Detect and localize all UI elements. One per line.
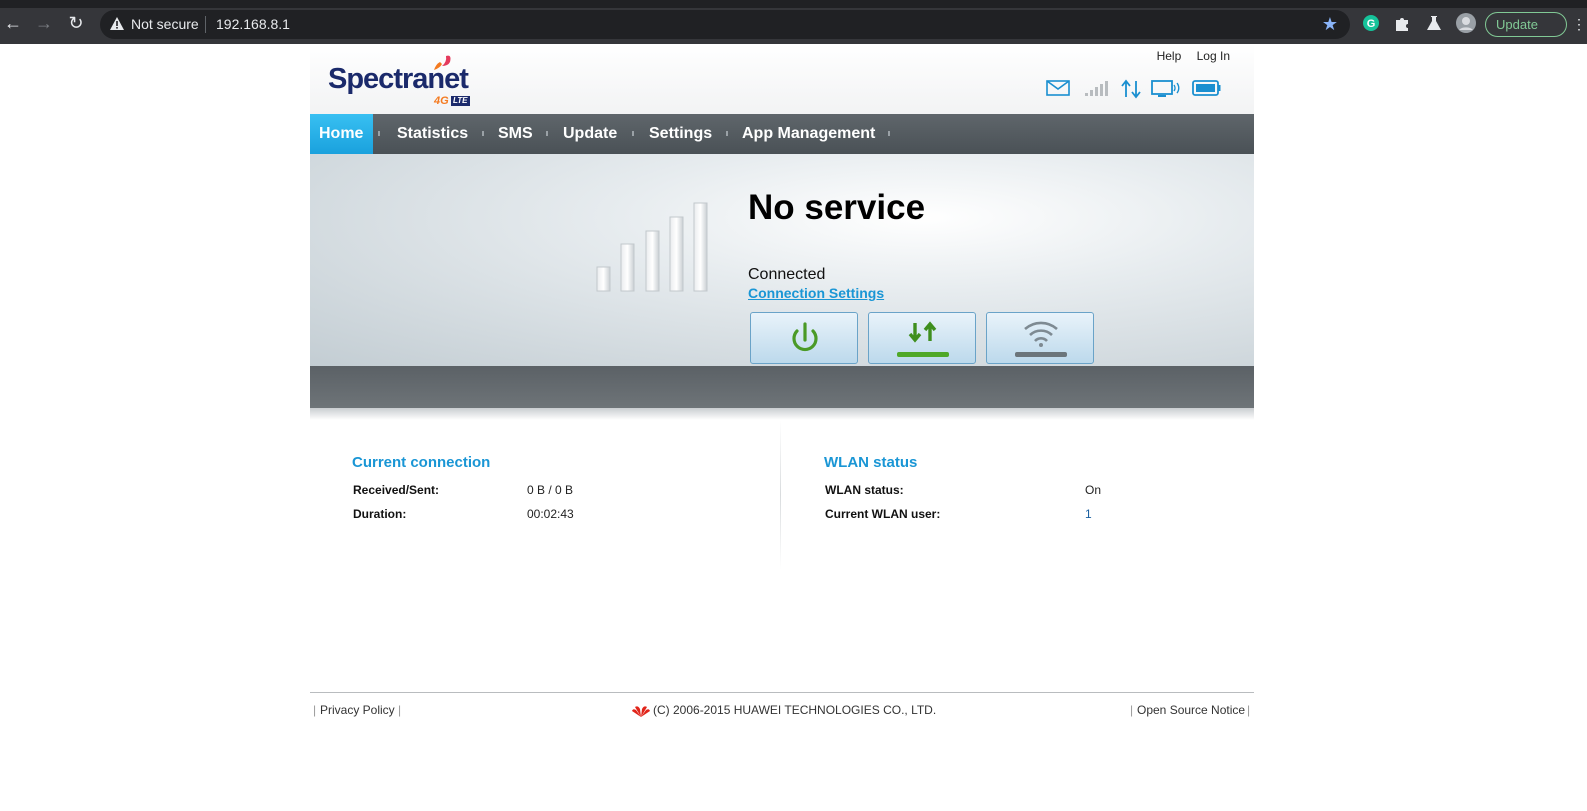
address-separator [205,16,206,33]
signal-bars-graphic [596,202,708,292]
bookmark-star-icon[interactable]: ★ [1322,14,1338,35]
menu-item-statistics[interactable]: Statistics [397,114,468,154]
forward-icon[interactable]: → [34,13,54,33]
extensions-puzzle-icon[interactable] [1393,14,1411,32]
menu-separator [482,131,484,136]
wlan-users-value: 1 [1085,507,1092,521]
duration-value: 00:02:43 [527,507,574,521]
menu-separator [632,131,634,136]
login-link[interactable]: Log In [1197,49,1230,63]
battery-icon [1192,80,1221,96]
open-source-notice-link[interactable]: Open Source Notice [1137,703,1245,717]
sms-envelope-icon[interactable] [1046,79,1070,97]
svg-text:G: G [1367,18,1376,30]
huawei-logo-icon [632,706,650,717]
menu-item-app-management[interactable]: App Management [742,114,875,154]
duration-label: Duration: [353,507,407,521]
footer-divider: | [1247,703,1251,717]
current-connection-title: Current connection [352,454,491,471]
router-page: Spectranet 4G LTE Help Log In Home Stati… [310,44,1254,570]
help-link[interactable]: Help [1157,49,1182,63]
url-text[interactable]: 192.168.8.1 [216,16,290,32]
signal-strength-icon [1085,81,1108,96]
browser-chrome: ← → ↻ Not secure 192.168.8.1 ★ G Update … [0,0,1587,44]
page-header: Spectranet 4G LTE Help Log In [310,44,1254,114]
copyright-text: (C) 2006-2015 HUAWEI TECHNOLOGIES CO., L… [653,703,937,717]
connect-power-button[interactable] [750,312,858,364]
wlan-users-label: Current WLAN user: [825,507,941,521]
privacy-policy-link[interactable]: Privacy Policy [320,703,395,717]
footer-divider: | [313,703,317,717]
received-sent-value: 0 B / 0 B [527,483,574,497]
warning-icon [110,17,124,30]
panel-divider [780,420,781,570]
data-traffic-icon [1121,79,1141,99]
status-hero: No service Connected Connection Settings [310,154,1254,366]
footer-divider: | [398,703,402,717]
grammarly-icon[interactable]: G [1362,14,1380,32]
connected-device-icon [1151,80,1180,97]
brand-lte-badge: LTE [451,96,470,106]
wifi-icon [1015,321,1067,357]
browser-menu-icon[interactable]: ⋮ [1572,13,1586,36]
connection-status-text: Connected [748,266,826,283]
wlan-status-title: WLAN status [824,454,918,471]
brand-4g: 4G [434,95,449,107]
menu-separator [726,131,728,136]
spectranet-logo: Spectranet 4G LTE [328,52,478,117]
hero-shadow [310,408,1254,420]
footer-divider: | [1130,703,1134,717]
brand-name: Spectranet [328,63,469,95]
service-status-title: No service [748,188,926,227]
menu-separator [888,131,890,136]
tab-strip [0,0,1587,8]
top-links: Help Log In [1145,49,1230,63]
mobile-data-button[interactable] [868,312,976,364]
reload-icon[interactable]: ↻ [66,13,86,33]
wlan-toggle-button[interactable] [986,312,1094,364]
menu-item-home[interactable]: Home [310,114,373,154]
back-icon[interactable]: ← [3,13,23,33]
security-label[interactable]: Not secure [131,16,199,32]
page-footer: | Privacy Policy | (C) 2006-2015 HUAWEI … [310,692,1254,722]
address-bar[interactable]: Not secure 192.168.8.1 ★ [100,10,1350,39]
labs-flask-icon[interactable] [1425,14,1443,32]
received-sent-label: Received/Sent: [353,483,440,497]
profile-avatar[interactable] [1455,12,1477,34]
connection-settings-link[interactable]: Connection Settings [748,285,884,301]
browser-update-button[interactable]: Update ⋮ [1485,12,1586,37]
menu-separator [546,131,548,136]
menu-item-settings[interactable]: Settings [649,114,712,154]
status-icons [1046,79,1226,101]
info-panels: Current connection Received/Sent: 0 B / … [310,420,1254,570]
wlan-status-label: WLAN status: [825,483,904,497]
menu-separator [378,131,380,136]
browser-update-label: Update [1496,17,1538,32]
menu-item-update[interactable]: Update [563,114,617,154]
menu-item-sms[interactable]: SMS [498,114,533,154]
power-icon [792,322,818,352]
hero-footer-band [310,366,1254,408]
wlan-status-value: On [1085,483,1102,497]
data-transfer-icon [897,321,949,357]
main-menu: Home Statistics SMS Update Settings App … [310,114,1254,154]
